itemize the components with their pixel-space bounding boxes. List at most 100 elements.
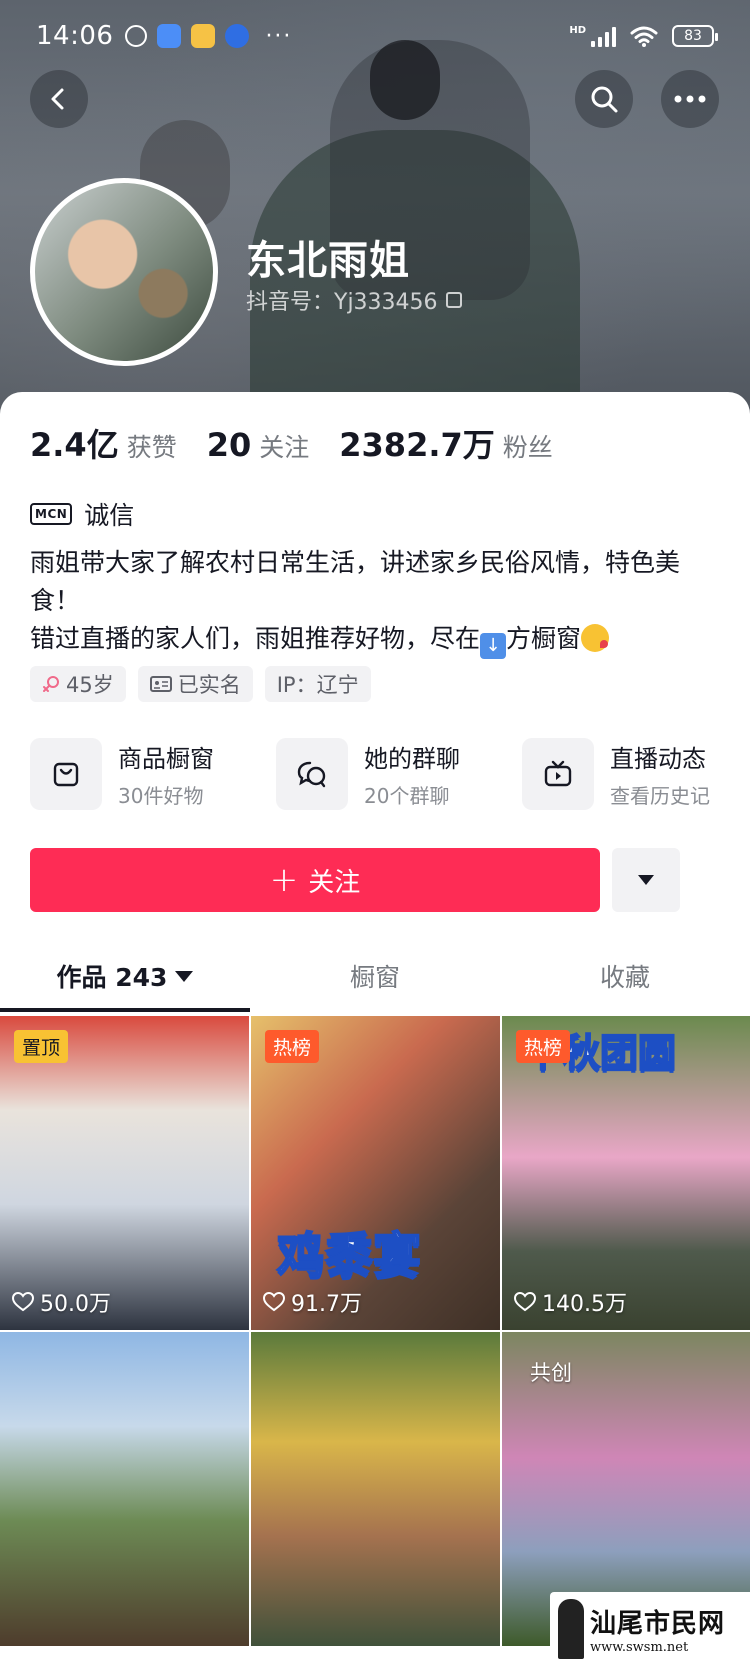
- feature-group-chat[interactable]: 她的群聊 20个群聊: [276, 738, 498, 810]
- tab-label: 收藏: [599, 963, 650, 992]
- tag-text: IP：辽宁: [276, 673, 359, 697]
- chevron-down-icon: [175, 970, 194, 982]
- feature-title: 商品橱窗: [118, 745, 214, 773]
- tab-favorites[interactable]: 收藏: [500, 940, 750, 1012]
- heart-icon: [263, 1292, 285, 1312]
- mcn-badge: MCN: [30, 503, 73, 525]
- stats-row: 2.4亿 获赞 20 关注 2382.7万 粉丝: [30, 420, 583, 466]
- back-button[interactable]: [30, 70, 88, 128]
- network-type: HD: [569, 25, 586, 36]
- battery-icon: 83: [672, 25, 718, 47]
- like-count: 50.0万: [12, 1286, 111, 1318]
- heart-icon: [12, 1292, 34, 1312]
- tag-verified: 已实名: [137, 666, 253, 702]
- site-watermark: 汕尾市民网 www.swsm.net: [550, 1592, 750, 1666]
- co-creation-badge: 共创: [530, 1361, 572, 1385]
- plus-icon: +: [269, 860, 299, 900]
- tv-icon-box: [522, 738, 594, 810]
- id-card-icon: [149, 676, 172, 692]
- tab-works[interactable]: 作品 243: [0, 940, 250, 1012]
- tv-icon: [544, 760, 572, 787]
- app-icon: [157, 24, 182, 48]
- follow-dropdown-button[interactable]: [612, 848, 680, 912]
- stat-label: 关注: [259, 433, 310, 462]
- stat-number: 2.4亿: [30, 426, 119, 464]
- alarm-icon: [125, 25, 148, 47]
- kiss-face-emoji-icon: [581, 624, 610, 652]
- feature-live-updates[interactable]: 直播动态 查看历史记: [522, 738, 744, 810]
- tab-label: 作品 243: [56, 963, 168, 992]
- hot-badge: 热榜: [516, 1030, 571, 1063]
- like-count-text: 140.5万: [542, 1292, 627, 1317]
- tag-age: 45岁: [30, 666, 126, 702]
- video-grid: 置顶 50.0万 热榜 鸡黍宴 91.7万 中秋团圆 热榜 140.5万 共创: [0, 1016, 750, 1646]
- follow-row: + 关注: [30, 848, 680, 912]
- stat-followers[interactable]: 2382.7万 粉丝: [339, 420, 553, 466]
- tag-text: 已实名: [177, 673, 241, 697]
- avatar[interactable]: [30, 178, 218, 366]
- follow-label: 关注: [308, 867, 361, 898]
- group-chat-icon: [297, 761, 326, 788]
- status-time: 14:06: [36, 21, 114, 51]
- mcn-text: 诚信: [84, 501, 135, 530]
- stat-label: 获赞: [126, 433, 177, 462]
- stat-likes[interactable]: 2.4亿 获赞: [30, 420, 177, 466]
- signal-icon: HD: [569, 25, 616, 47]
- stat-number: 2382.7万: [339, 426, 495, 464]
- female-icon: [43, 676, 59, 692]
- chevron-down-icon: [638, 875, 654, 885]
- mail-icon: [191, 24, 216, 48]
- stat-following[interactable]: 20 关注: [207, 426, 310, 464]
- shopping-bag-icon: [53, 762, 79, 787]
- bio-line: 错过直播的家人们，雨姐推荐好物，尽在 ↓ 方橱窗: [30, 620, 720, 659]
- profile-tags: 45岁 已实名 IP：辽宁: [30, 666, 371, 702]
- bio-line: 雨姐带大家了解农村日常生活，讲述家乡民俗风情，特色美食！: [30, 548, 681, 615]
- video-thumbnail[interactable]: 热榜 鸡黍宴 91.7万: [251, 1016, 500, 1330]
- watermark-figure-logo: [558, 1599, 584, 1659]
- video-thumbnail[interactable]: 中秋团圆 热榜 140.5万: [502, 1016, 750, 1330]
- tab-label: 橱窗: [349, 963, 400, 992]
- profile-name: 东北雨姐: [246, 238, 410, 284]
- search-icon: [591, 86, 618, 113]
- video-overlay-title: 鸡黍宴: [276, 1227, 422, 1285]
- tag-ip: IP：辽宁: [264, 666, 371, 702]
- status-more-dots: ···: [265, 23, 293, 49]
- group-chat-icon-box: [276, 738, 348, 810]
- more-button[interactable]: [661, 70, 719, 128]
- feature-subtitle: 查看历史记: [610, 784, 710, 808]
- like-count: 91.7万: [263, 1286, 362, 1318]
- tag-text: 45岁: [66, 673, 114, 697]
- video-thumbnail[interactable]: [0, 1332, 249, 1646]
- watermark-text: 汕尾市民网: [590, 1609, 726, 1639]
- bio-text: 错过直播的家人们，雨姐推荐好物，尽在: [30, 624, 481, 653]
- video-thumbnail[interactable]: 置顶 50.0万: [0, 1016, 249, 1330]
- heart-icon: [514, 1292, 536, 1312]
- bio: 雨姐带大家了解农村日常生活，讲述家乡民俗风情，特色美食！ 错过直播的家人们，雨姐…: [30, 544, 720, 659]
- stat-label: 粉丝: [502, 433, 553, 462]
- feature-title: 她的群聊: [364, 745, 460, 773]
- douyin-id-text: 抖音号：Yj333456: [246, 290, 438, 315]
- back-icon: [51, 88, 64, 110]
- tab-shop-window[interactable]: 橱窗: [250, 940, 500, 1012]
- feature-shop-window[interactable]: 商品橱窗 30件好物: [30, 738, 252, 810]
- profile-banner: 14:06 ··· HD 83 东北雨姐 抖音号：Yj333456: [0, 0, 750, 430]
- bio-text: 方橱窗: [506, 624, 582, 653]
- video-thumbnail[interactable]: [251, 1332, 500, 1646]
- feature-entries: 商品橱窗 30件好物 她的群聊 20个群聊 直播动态 查看历史记: [30, 738, 750, 810]
- down-arrow-emoji-icon: ↓: [480, 633, 507, 659]
- like-count-text: 91.7万: [291, 1292, 362, 1317]
- follow-button[interactable]: + 关注: [30, 848, 600, 912]
- wifi-icon: [630, 26, 658, 47]
- feature-subtitle: 20个群聊: [364, 784, 450, 808]
- watermark-url: www.swsm.net: [590, 1640, 689, 1655]
- more-icon: [674, 95, 706, 103]
- shopping-bag-icon-box: [30, 738, 102, 810]
- search-button[interactable]: [575, 70, 633, 128]
- copy-icon[interactable]: [445, 292, 462, 308]
- status-bar: 14:06 ··· HD 83: [0, 0, 750, 72]
- browser-icon: [225, 24, 250, 48]
- douyin-id[interactable]: 抖音号：Yj333456: [246, 284, 462, 316]
- feature-subtitle: 30件好物: [118, 784, 204, 808]
- hot-badge: 热榜: [265, 1030, 320, 1063]
- mcn-row[interactable]: MCN 诚信: [30, 496, 134, 532]
